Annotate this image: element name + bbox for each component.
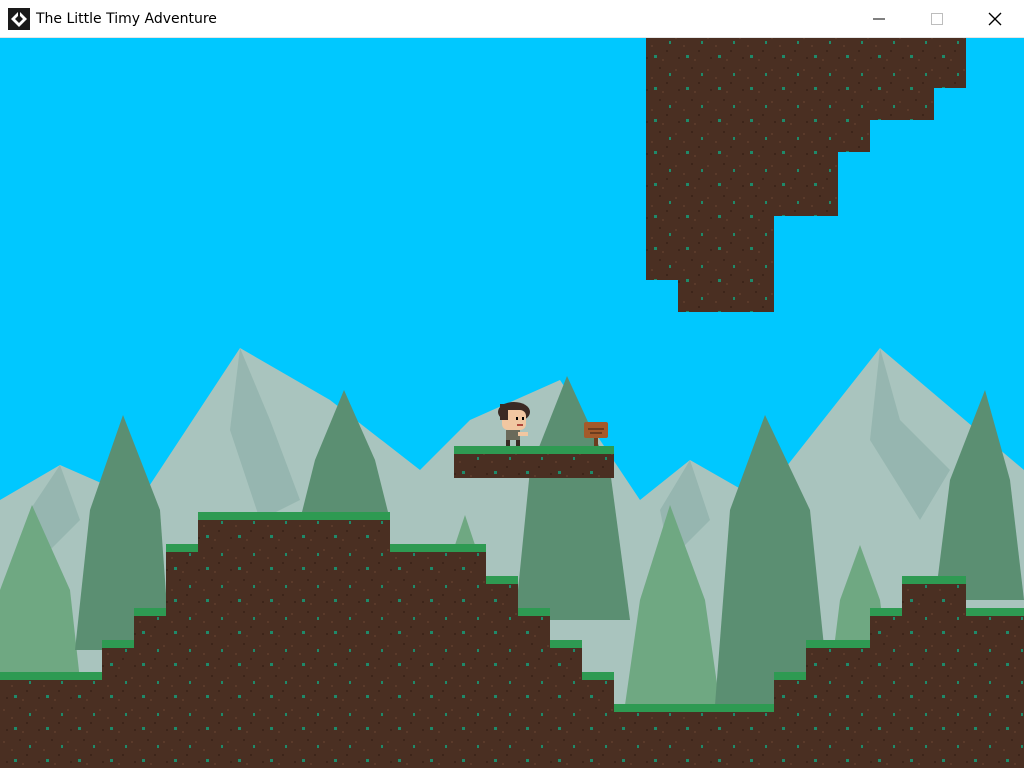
maximize-button[interactable] [908, 0, 966, 37]
window-controls [850, 0, 1024, 37]
maximize-icon [931, 12, 943, 25]
game-window: The Little Timy Adventure [0, 0, 1024, 768]
floating-platform [454, 446, 614, 478]
window-title: The Little Timy Adventure [36, 10, 217, 27]
game-engine-logo-icon [8, 7, 30, 30]
minimize-button[interactable] [850, 0, 908, 37]
game-viewport[interactable] [0, 38, 1024, 768]
close-icon [988, 12, 1002, 25]
title-bar[interactable]: The Little Timy Adventure [0, 0, 1024, 38]
close-button[interactable] [966, 0, 1024, 37]
minimize-icon [873, 18, 885, 19]
game-scene [0, 38, 1024, 768]
